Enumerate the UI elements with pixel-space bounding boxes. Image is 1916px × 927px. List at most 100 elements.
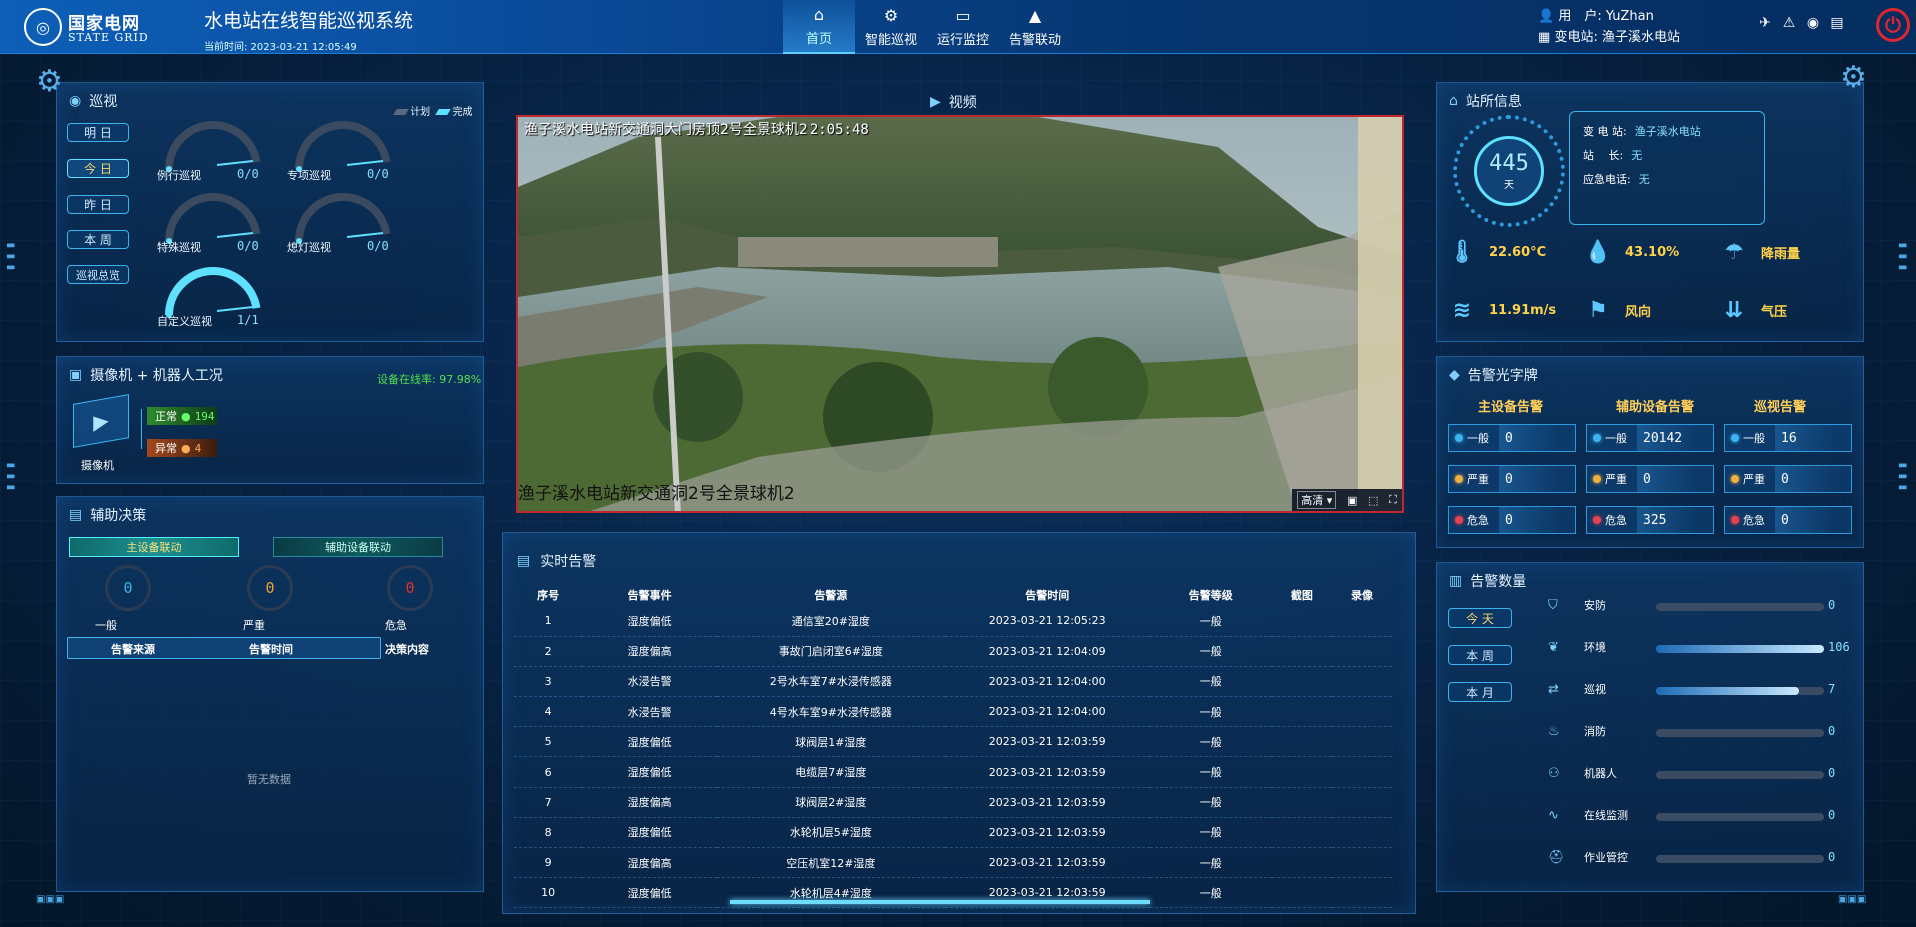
level-value: 0	[1775, 507, 1835, 533]
cell-source: 空压机室12#湿度	[716, 847, 945, 879]
period-today[interactable]: 今 日	[67, 159, 129, 178]
wind-speed-value: 11.91m/s	[1489, 302, 1557, 318]
table-row[interactable]: 9 湿度偏高 空压机室12#湿度 2023-03-21 12:03:59 一般	[514, 847, 1392, 879]
nav-alarm-linkage-label: 告警联动	[1008, 33, 1061, 48]
legend-done-swatch	[435, 109, 452, 115]
period-overview[interactable]: 巡视总览	[67, 265, 129, 284]
th-event: 告警事件	[627, 589, 672, 602]
count-bar	[1656, 687, 1824, 695]
snapshot-icon[interactable]: ▣	[1347, 494, 1357, 507]
shield-icon: ⛉	[1548, 597, 1558, 613]
period-this-week[interactable]: 本 周	[67, 230, 129, 249]
table-row[interactable]: 8 湿度偏低 水轮机层5#湿度 2023-03-21 12:03:59 一般	[514, 817, 1392, 849]
humidity-icon: 💧	[1584, 239, 1612, 265]
cell-record	[1331, 696, 1392, 728]
thermometer-icon: 🌡	[1448, 239, 1476, 265]
power-icon[interactable]: ⏻	[1876, 8, 1910, 42]
empty-message: 暂无数据	[247, 773, 291, 786]
gauge-label: 特殊巡视	[157, 241, 201, 254]
abnormal-label: 异常	[155, 442, 177, 455]
camera-device-label: 摄像机	[81, 459, 114, 472]
level-dot	[1455, 434, 1463, 442]
gauge-label: 熄灯巡视	[287, 241, 331, 254]
gauge-value: 0/0	[367, 167, 389, 181]
nav-smart-patrol[interactable]: ⚙ 智能巡视	[855, 0, 927, 54]
alarm-board-cell-general[interactable]: 一般 16	[1724, 424, 1852, 452]
table-row[interactable]: 1 湿度偏低 通信室20#湿度 2023-03-21 12:05:23 一般	[514, 606, 1392, 637]
table-row[interactable]: 6 湿度偏低 电缆层7#湿度 2023-03-21 12:03:59 一般	[514, 756, 1392, 788]
alarm-board-cell-serious[interactable]: 严重 0	[1724, 465, 1852, 493]
top-header: ◎ 国家电网 STATE GRID 水电站在线智能巡视系统 当前时间: 2023…	[0, 0, 1916, 54]
env-wind-speed: ≋ 11.91m/s	[1445, 293, 1556, 327]
patrol-legend: 计划 完成	[393, 103, 473, 118]
count-value: 0	[1828, 724, 1836, 738]
alarm-board-cell-critical[interactable]: 危急 0	[1448, 506, 1576, 534]
tab-main-device[interactable]: 主设备联动	[69, 537, 239, 557]
cell-record	[1331, 606, 1392, 637]
count-period-week[interactable]: 本 周	[1448, 645, 1512, 665]
tab-aux-device[interactable]: 辅助设备联动	[273, 537, 443, 557]
cell-time: 2023-03-21 12:03:59	[944, 817, 1150, 849]
cell-snapshot	[1271, 756, 1332, 788]
cell-time: 2023-03-21 12:03:59	[944, 756, 1150, 788]
table-row[interactable]: 5 湿度偏低 球阀层1#湿度 2023-03-21 12:03:59 一般	[514, 726, 1392, 758]
alert-icon[interactable]: ⚠	[1780, 14, 1798, 32]
table-row[interactable]: 7 湿度偏高 球阀层2#湿度 2023-03-21 12:03:59 一般	[514, 787, 1392, 818]
fullscreen-icon[interactable]: ⛶	[1389, 493, 1397, 507]
nav-run-monitor[interactable]: ▭ 运行监控	[927, 0, 999, 54]
alarm-board-cell-serious[interactable]: 严重 0	[1586, 465, 1714, 493]
count-label: 作业管控	[1584, 851, 1628, 864]
decision-title-text: 辅助决策	[90, 508, 147, 524]
count-period-today[interactable]: 今 天	[1448, 608, 1512, 628]
alarm-board-cell-serious[interactable]: 严重 0	[1448, 465, 1576, 493]
cell-record	[1331, 817, 1392, 849]
alarm-board-cell-general[interactable]: 一般 20142	[1586, 424, 1714, 452]
count-bar-fill	[1656, 687, 1799, 695]
calculator-icon[interactable]: ▤	[1828, 14, 1846, 32]
target-icon[interactable]: ◉	[1804, 14, 1822, 32]
cell-event: 湿度偏低	[582, 877, 717, 909]
cell-source: 水轮机层5#湿度	[716, 817, 945, 849]
cell-time: 2023-03-21 12:03:59	[944, 787, 1150, 818]
alarm-board-cell-general[interactable]: 一般 0	[1448, 424, 1576, 452]
count-period-month[interactable]: 本 月	[1448, 682, 1512, 702]
level-label: 严重	[1743, 473, 1765, 486]
station-title-text: 站所信息	[1465, 94, 1522, 110]
alarm-board-cell-critical[interactable]: 危急 0	[1724, 506, 1852, 534]
normal-label: 正常	[155, 410, 177, 423]
legend-done-label: 完成	[452, 107, 473, 118]
count-value: 7	[1828, 682, 1836, 696]
cell-source: 球阀层2#湿度	[716, 787, 945, 818]
chief-label: 站 长:	[1583, 149, 1624, 162]
table-row[interactable]: 4 水浸告警 4号水车室9#水浸传感器 2023-03-21 12:04:00 一般	[514, 696, 1392, 728]
cell-level: 一般	[1149, 877, 1272, 909]
level-dot	[1593, 434, 1601, 442]
period-yesterday[interactable]: 昨 日	[67, 195, 129, 214]
cell-record	[1331, 726, 1392, 758]
rain-icon: ☂	[1724, 239, 1744, 265]
satellite-icon[interactable]: ✈	[1756, 14, 1774, 32]
quality-select[interactable]: 高清 ▾	[1297, 491, 1337, 509]
cell-level: 一般	[1149, 787, 1272, 818]
robot-icon: ⚇	[1548, 765, 1560, 781]
period-tomorrow[interactable]: 明 日	[67, 123, 129, 142]
nav-alarm-linkage[interactable]: ▲ 告警联动	[999, 0, 1071, 54]
cell-index: 3	[514, 666, 583, 698]
video-player[interactable]: 渔子溪水电站新交通洞大门房顶2号全景球机2 2:05:48 渔子溪水电站新交通洞2…	[516, 115, 1404, 513]
table-row[interactable]: 3 水浸告警 2号水车室7#水浸传感器 2023-03-21 12:04:00 一般	[514, 666, 1392, 698]
alarm-board-cell-critical[interactable]: 危急 325	[1586, 506, 1714, 534]
env-rain: ☂ 降雨量	[1717, 235, 1800, 269]
gauge-lights-off: 熄灯巡视 0/0	[287, 189, 397, 254]
crop-icon[interactable]: ⬚	[1368, 494, 1378, 507]
patrol-panel: ◉ 巡视 计划 完成 明 日 今 日 昨 日 本 周 巡视总览 例行巡视 0/0 …	[56, 82, 484, 342]
nav-home[interactable]: ⌂ 首页	[783, 0, 855, 54]
pressure-icon: ⇊	[1724, 297, 1744, 323]
gauge-label: 例行巡视	[157, 169, 201, 182]
cell-event: 水浸告警	[582, 666, 717, 698]
camera-abnormal-badge: 异常 ● 4	[147, 439, 217, 457]
count-label: 巡视	[1584, 683, 1606, 696]
table-row[interactable]: 2 湿度偏高 事故门启闭室6#湿度 2023-03-21 12:04:09 一般	[514, 636, 1392, 667]
level-label: 一般	[1743, 432, 1765, 445]
level-dot	[1731, 475, 1739, 483]
level-value: 325	[1637, 507, 1697, 533]
